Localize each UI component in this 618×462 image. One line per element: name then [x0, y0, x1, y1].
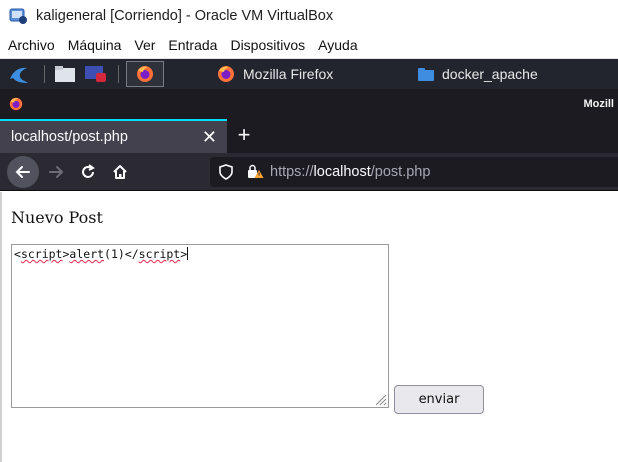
window-left-edge [0, 192, 2, 462]
url-host: localhost [313, 164, 371, 180]
virtualbox-icon [8, 6, 28, 26]
tab-label: localhost/post.php [11, 129, 128, 145]
firefox-icon [218, 66, 234, 82]
url-path: /post.php [370, 164, 431, 180]
firefox-icon [137, 66, 153, 82]
arrow-right-icon [49, 166, 64, 178]
forward-button[interactable] [40, 156, 72, 188]
reload-icon [82, 164, 95, 178]
menu-dispositivos[interactable]: Dispositivos [225, 37, 310, 53]
back-button[interactable] [7, 156, 39, 188]
menu-ayuda[interactable]: Ayuda [313, 37, 362, 53]
tab-strip: localhost/post.php ✕ + [0, 119, 618, 153]
spellcheck-word: alert [69, 247, 105, 261]
screen-recorder-button[interactable] [82, 61, 110, 87]
vbox-title-bar: kaligeneral [Corriendo] - Oracle VM Virt… [0, 0, 618, 32]
kali-menu-button[interactable] [4, 61, 34, 87]
taskbar-item-firefox[interactable]: Mozilla Firefox [212, 61, 412, 87]
post-textarea[interactable]: <script>alert(1)</script> [11, 244, 389, 408]
firefox-window-title: Mozill [583, 98, 614, 110]
menu-entrada[interactable]: Entrada [163, 37, 222, 53]
plus-icon: + [237, 122, 251, 147]
menu-ver[interactable]: Ver [129, 37, 160, 53]
menu-archivo[interactable]: Archivo [3, 37, 60, 53]
reload-button[interactable] [72, 156, 104, 188]
taskbar-item-label: Mozilla Firefox [243, 66, 334, 82]
home-button[interactable] [104, 156, 136, 188]
shield-icon [219, 164, 233, 180]
insecure-lock-icon [248, 164, 264, 178]
resize-grip-icon[interactable] [373, 392, 387, 406]
panel-separator [118, 65, 119, 83]
textarea-token: (1)</ [104, 247, 139, 261]
menu-maquina[interactable]: Máquina [63, 37, 127, 53]
firefox-icon [9, 97, 23, 111]
folder-icon [55, 66, 75, 82]
window-title: kaligeneral [Corriendo] - Oracle VM Virt… [36, 8, 334, 24]
firefox-titlebar: Mozill [0, 89, 618, 119]
taskbar-item-docker-apache[interactable]: docker_apache [414, 61, 614, 87]
screen-icon [85, 66, 106, 82]
taskbar-item-label: docker_apache [442, 66, 538, 82]
spellcheck-word: script [20, 247, 63, 261]
file-manager-button[interactable] [52, 61, 78, 87]
textarea-token: > [180, 247, 188, 261]
kali-panel: Mozilla Firefox docker_apache [0, 59, 618, 89]
url-bar[interactable]: https://localhost/post.php [210, 157, 618, 187]
page-content: Nuevo Post <script>alert(1)</script> env… [0, 192, 618, 462]
navigation-toolbar: https://localhost/post.php [0, 153, 618, 191]
vbox-menu-bar: Archivo Máquina Ver Entrada Dispositivos… [0, 32, 618, 59]
spellcheck-word: script [138, 247, 181, 261]
close-tab-icon[interactable]: ✕ [202, 127, 217, 148]
url-scheme: https:// [270, 164, 314, 180]
kali-dragon-icon [10, 67, 28, 83]
url-text: https://localhost/post.php [270, 164, 430, 180]
firefox-launcher-button[interactable] [126, 61, 164, 87]
new-tab-button[interactable]: + [232, 121, 256, 149]
page-title: Nuevo Post [11, 208, 103, 227]
textarea-token: < [14, 247, 21, 261]
send-button[interactable]: enviar [394, 385, 484, 414]
panel-separator [44, 65, 45, 83]
text-cursor [187, 247, 189, 260]
tab-post-php[interactable]: localhost/post.php ✕ [0, 119, 227, 153]
home-icon [113, 165, 127, 179]
arrow-left-icon [15, 166, 30, 178]
folder-icon [418, 68, 434, 81]
